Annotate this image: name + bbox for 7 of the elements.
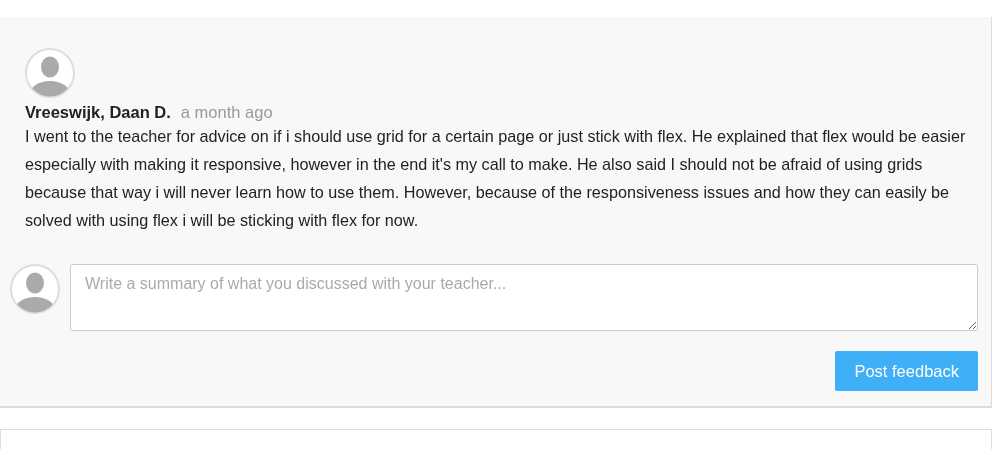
- avatar-icon: [25, 48, 75, 98]
- avatar-icon: [10, 264, 60, 314]
- summary-field[interactable]: Write a summary of what you discussed with your teacher...: [70, 264, 978, 331]
- author-name: Vreeswijk, Daan D.: [25, 103, 171, 122]
- post-feedback-button[interactable]: Post feedback: [835, 351, 978, 391]
- comment-time: a month ago: [180, 103, 273, 122]
- comment-text: I went to the teacher for advice on if i should use grid for a certain page or just stick with flex. He explained that flex would be easier especially with making it responsive, however in the end it's my call to make. He also said I should not be afraid of using grids because that way i will never learn how to use them. However, because of the responsiveness issues and how they can easily be solved with using flex i will be sticking with flex for now.: [25, 126, 967, 231]
